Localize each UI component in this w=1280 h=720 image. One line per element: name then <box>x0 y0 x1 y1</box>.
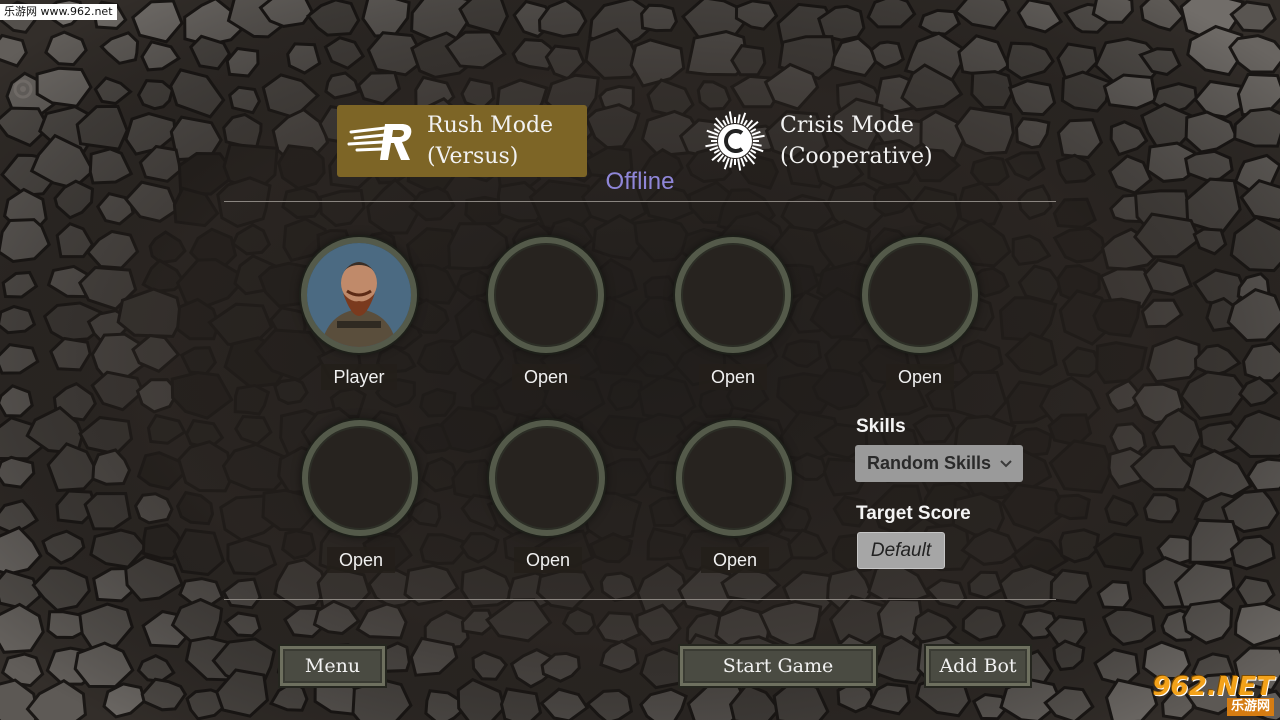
gear-icon[interactable] <box>8 76 38 102</box>
player-slot-7[interactable] <box>676 420 792 536</box>
dwarf-avatar <box>307 243 411 347</box>
crisis-mode-subtitle: (Cooperative) <box>780 144 933 169</box>
slot-1-label: Player <box>279 364 439 390</box>
skills-dropdown[interactable]: Random Skills <box>855 445 1023 482</box>
slot-3-label: Open <box>653 364 813 390</box>
slot-2-label: Open <box>466 364 626 390</box>
slot-6-label: Open <box>468 547 628 573</box>
rush-mode-button[interactable]: Rush Mode (Versus) <box>337 105 587 177</box>
rush-mode-subtitle: (Versus) <box>427 144 519 169</box>
slot-7-label: Open <box>655 547 815 573</box>
slot-5-label: Open <box>281 547 441 573</box>
slot-4-label: Open <box>840 364 1000 390</box>
player-slot-4[interactable] <box>862 237 978 353</box>
divider-bottom <box>224 599 1056 600</box>
target-score-button[interactable]: Default <box>857 532 945 569</box>
player-slot-3[interactable] <box>675 237 791 353</box>
add-bot-button[interactable]: Add Bot <box>926 646 1030 686</box>
player-slot-1[interactable] <box>301 237 417 353</box>
crisis-mode-button[interactable]: Crisis Mode (Cooperative) <box>690 105 940 177</box>
menu-button[interactable]: Menu <box>280 646 385 686</box>
watermark-logo: 962.NET 乐游网 <box>1152 672 1274 716</box>
connection-status: Offline <box>605 168 675 195</box>
player-slot-5[interactable] <box>302 420 418 536</box>
chevron-down-icon <box>1000 459 1012 467</box>
crisis-c-icon <box>690 105 780 177</box>
rush-mode-title: Rush Mode <box>427 113 554 138</box>
start-game-button[interactable]: Start Game <box>680 646 876 686</box>
rush-r-icon <box>337 105 427 177</box>
player-slot-2[interactable] <box>488 237 604 353</box>
rock-background <box>0 0 1280 720</box>
watermark-top: 乐游网 www.962.net <box>0 4 117 20</box>
target-score-heading: Target Score <box>856 503 971 524</box>
crisis-mode-title: Crisis Mode <box>780 113 914 138</box>
skills-selected-value: Random Skills <box>867 453 992 473</box>
player-slot-6[interactable] <box>489 420 605 536</box>
skills-heading: Skills <box>856 416 906 437</box>
divider-top <box>224 201 1056 202</box>
